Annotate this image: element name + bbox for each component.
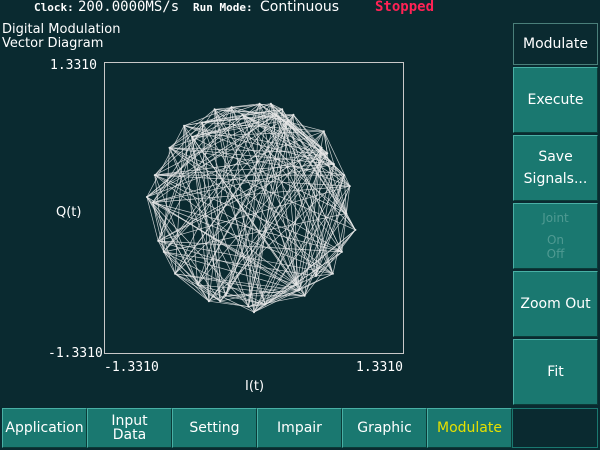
trace-segment: [152, 202, 342, 253]
tab-impair[interactable]: Impair: [257, 408, 342, 448]
clock-value: 200.0000MS/s: [78, 0, 180, 15]
run-mode-label: Run Mode:: [193, 1, 253, 14]
trace-point: [275, 113, 278, 116]
joint-off: Off: [546, 247, 565, 261]
run-mode-value: Continuous: [260, 0, 340, 15]
status-bar: Clock: 200.0000MS/s Run Mode: Continuous…: [0, 0, 600, 16]
trace-segment: [315, 185, 351, 277]
trace-point: [258, 102, 261, 105]
clock-label: Clock:: [34, 1, 74, 14]
trace-point: [241, 113, 244, 116]
trace-point: [191, 135, 193, 138]
bottom-tab-bar: Application Input Data Setting Impair Gr…: [0, 406, 600, 450]
trace-point: [230, 106, 233, 109]
trace-point: [292, 113, 295, 116]
trace-point: [298, 289, 301, 292]
tab-setting[interactable]: Setting: [172, 408, 257, 448]
joint-on: On: [546, 233, 565, 247]
trace-point: [201, 121, 204, 124]
tab-input-data[interactable]: Input Data: [87, 408, 172, 448]
trace-point: [162, 250, 165, 253]
trace-point: [224, 294, 227, 297]
fit-button[interactable]: Fit: [513, 339, 598, 405]
trace-point: [253, 311, 255, 314]
run-state: Stopped: [375, 0, 435, 15]
joint-toggle: Joint On Off: [513, 203, 598, 269]
trace-point: [207, 300, 210, 303]
graph-title-line2: Vector Diagram: [2, 36, 104, 51]
trace-point: [326, 152, 329, 155]
x-axis-label: I(t): [245, 379, 265, 394]
trace-point: [174, 272, 177, 275]
trace-point: [333, 163, 335, 166]
trace-point: [354, 228, 357, 231]
tab-input-data-line2: Data: [112, 427, 147, 443]
y-min-label: -1.3310: [48, 346, 103, 361]
trace-group: [145, 102, 357, 314]
tab-modulate[interactable]: Modulate: [427, 408, 512, 448]
trace-point: [269, 102, 272, 105]
tab-graphic[interactable]: Graphic: [342, 408, 427, 448]
side-menu: Modulate Execute Save Signals... Joint O…: [513, 23, 600, 408]
trace-point: [213, 108, 216, 111]
tab-empty: [512, 408, 598, 448]
trace-point: [264, 303, 267, 306]
tab-input-data-line1: Input: [111, 413, 148, 429]
save-signals-button[interactable]: Save Signals...: [513, 135, 598, 201]
joint-label: Joint: [542, 211, 569, 225]
graph-title-line1: Digital Modulation: [2, 22, 121, 37]
trace-point: [145, 196, 148, 198]
trace-segment: [163, 119, 289, 253]
trace-point: [322, 130, 325, 133]
x-max-label: 1.3310: [356, 360, 403, 375]
trace-segment: [146, 196, 305, 297]
y-axis-label: Q(t): [56, 205, 82, 220]
trace-point: [315, 275, 317, 277]
trace-point: [320, 146, 323, 149]
save-signals-line1: Save: [538, 149, 573, 165]
trace-point: [295, 283, 298, 286]
trace-point: [157, 239, 160, 242]
trace-point: [183, 124, 186, 127]
trace-point: [151, 201, 154, 204]
trace-point: [219, 300, 222, 303]
trace-point: [247, 305, 250, 308]
zoom-out-button[interactable]: Zoom Out: [513, 271, 598, 337]
trace-point: [331, 272, 334, 275]
y-max-label: 1.3310: [50, 58, 97, 73]
trace-segment: [152, 202, 165, 252]
x-min-label: -1.3310: [104, 360, 159, 375]
trace-point: [343, 174, 346, 177]
trace-point: [286, 119, 289, 122]
side-menu-header: Modulate: [513, 23, 598, 65]
save-signals-line2: Signals...: [523, 171, 588, 187]
execute-button[interactable]: Execute: [513, 67, 598, 133]
tab-application[interactable]: Application: [2, 408, 87, 448]
trace-point: [168, 146, 171, 149]
trace-point: [348, 185, 351, 188]
trace-point: [303, 294, 306, 297]
trace-point: [340, 250, 343, 253]
trace-point: [196, 283, 199, 286]
trace-segment: [208, 300, 249, 308]
trace-point: [345, 212, 348, 215]
trace-point: [153, 174, 156, 177]
vector-plot: [104, 62, 404, 354]
trace-point: [281, 108, 284, 111]
